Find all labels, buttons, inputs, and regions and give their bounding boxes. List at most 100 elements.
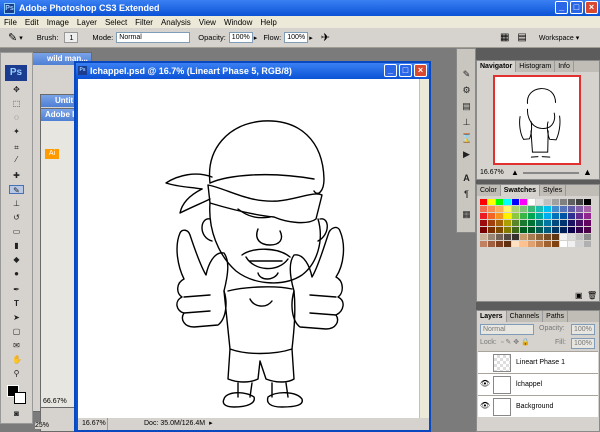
move-tool-icon[interactable]: ✥	[12, 85, 21, 94]
swatch-cell[interactable]	[504, 213, 511, 219]
brush-size-picker[interactable]: 1	[64, 32, 79, 43]
swatch-cell[interactable]	[496, 199, 503, 205]
lasso-tool-icon[interactable]: ◌	[12, 113, 21, 122]
swatch-cell[interactable]	[544, 206, 551, 212]
swatch-cell[interactable]	[576, 213, 583, 219]
swatch-cell[interactable]	[560, 213, 567, 219]
swatch-cell[interactable]	[552, 220, 559, 226]
menu-edit[interactable]: Edit	[25, 18, 39, 27]
menu-select[interactable]: Select	[105, 18, 127, 27]
swatch-cell[interactable]	[536, 234, 543, 240]
swatch-cell[interactable]	[584, 199, 591, 205]
tab-paths[interactable]: Paths	[543, 311, 569, 322]
eyedropper-tool-icon[interactable]: ⁄	[12, 155, 21, 164]
maximize-button[interactable]: □	[570, 1, 583, 14]
swatch-cell[interactable]	[520, 241, 527, 247]
flow-field[interactable]: 100%	[284, 32, 309, 43]
swatch-cell[interactable]	[496, 213, 503, 219]
swatch-cell[interactable]	[576, 241, 583, 247]
history-brush-tool-icon[interactable]: ↺	[12, 213, 21, 222]
crop-tool-icon[interactable]: ⌗	[12, 143, 21, 152]
swatch-cell[interactable]	[504, 234, 511, 240]
swatch-cell[interactable]	[528, 234, 535, 240]
type-tool-icon[interactable]: T	[12, 299, 21, 308]
swatch-cell[interactable]	[520, 206, 527, 212]
marquee-tool-icon[interactable]: ⬚	[12, 99, 21, 108]
swatch-cell[interactable]	[496, 206, 503, 212]
swatch-cell[interactable]	[536, 199, 543, 205]
swatch-cell[interactable]	[488, 206, 495, 212]
document-maximize-button[interactable]: □	[399, 64, 412, 77]
layers-fill-field[interactable]: 100%	[571, 338, 595, 349]
navigator-zoom-slider[interactable]	[523, 172, 579, 174]
swatch-cell[interactable]	[584, 227, 591, 233]
document-window[interactable]: Ps lchappel.psd @ 16.7% (Lineart Phase 5…	[74, 61, 431, 432]
swatch-cell[interactable]	[480, 206, 487, 212]
swatch-cell[interactable]	[496, 220, 503, 226]
swatch-cell[interactable]	[536, 206, 543, 212]
status-menu-icon[interactable]: ▸	[209, 418, 213, 430]
swatch-cell[interactable]	[504, 241, 511, 247]
tab-color[interactable]: Color	[477, 185, 501, 196]
swatch-cell[interactable]	[488, 241, 495, 247]
swatch-cell[interactable]	[560, 199, 567, 205]
swatch-cell[interactable]	[528, 241, 535, 247]
quick-mask-icon[interactable]: ◙	[12, 409, 21, 418]
clone-stamp-tool-icon[interactable]: ⊥	[12, 199, 21, 208]
swatch-cell[interactable]	[512, 213, 519, 219]
brushes-panel-icon[interactable]: ✎	[461, 69, 472, 80]
swatch-cell[interactable]	[584, 220, 591, 226]
swatch-cell[interactable]	[552, 227, 559, 233]
swatch-cell[interactable]	[536, 227, 543, 233]
menu-image[interactable]: Image	[47, 18, 69, 27]
swatch-cell[interactable]	[496, 227, 503, 233]
layer-row-lchappel[interactable]: 👁 lchappel	[478, 373, 598, 395]
swatch-cell[interactable]	[560, 227, 567, 233]
tab-histogram[interactable]: Histogram	[516, 61, 556, 72]
swatch-cell[interactable]	[544, 241, 551, 247]
swatch-cell[interactable]	[520, 220, 527, 226]
swatch-cell[interactable]	[488, 227, 495, 233]
dodge-tool-icon[interactable]: ●	[12, 269, 21, 278]
swatch-cell[interactable]	[584, 241, 591, 247]
layer-comps-panel-icon[interactable]: ▤	[461, 101, 472, 112]
blend-mode-select[interactable]: Normal	[480, 324, 534, 335]
swatch-cell[interactable]	[512, 241, 519, 247]
document-size-info[interactable]: Doc: 35.0M/126.4M	[144, 418, 205, 430]
brush-tool-active-icon[interactable]: ✎	[9, 185, 24, 195]
swatch-cell[interactable]	[480, 234, 487, 240]
opacity-dropdown-icon[interactable]: ▸	[254, 34, 258, 42]
brushes-palette-icon[interactable]: ▦	[500, 32, 509, 43]
swatch-cell[interactable]	[520, 234, 527, 240]
document-vertical-scrollbar[interactable]	[419, 79, 429, 418]
layer-row-lineart-phase-1[interactable]: Lineart Phase 1	[478, 351, 598, 373]
swatch-cell[interactable]	[512, 220, 519, 226]
swatch-cell[interactable]	[576, 234, 583, 240]
document-minimize-button[interactable]: _	[384, 64, 397, 77]
menu-analysis[interactable]: Analysis	[161, 18, 191, 27]
close-button[interactable]: ×	[585, 1, 598, 14]
delete-swatch-icon[interactable]: 🗑	[587, 291, 597, 300]
swatch-cell[interactable]	[584, 206, 591, 212]
menu-help[interactable]: Help	[260, 18, 276, 27]
tab-layers[interactable]: Layers	[477, 311, 507, 322]
swatch-cell[interactable]	[528, 206, 535, 212]
swatch-cell[interactable]	[536, 220, 543, 226]
swatch-cell[interactable]	[544, 199, 551, 205]
layers-opacity-field[interactable]: 100%	[571, 324, 595, 335]
tab-info[interactable]: Info	[555, 61, 574, 72]
clone-source-panel-icon[interactable]: ⊥	[461, 117, 472, 128]
magic-wand-tool-icon[interactable]: ✦	[12, 127, 21, 136]
navigator-preview[interactable]	[493, 75, 581, 165]
swatch-cell[interactable]	[512, 206, 519, 212]
swatch-cell[interactable]	[568, 199, 575, 205]
swatch-cell[interactable]	[568, 206, 575, 212]
new-swatch-icon[interactable]: ▣	[575, 291, 583, 300]
swatch-cell[interactable]	[496, 241, 503, 247]
swatch-cell[interactable]	[512, 227, 519, 233]
document-canvas[interactable]	[78, 79, 419, 418]
swatch-cell[interactable]	[504, 199, 511, 205]
background-color-swatch[interactable]	[14, 392, 26, 404]
brush-tool-icon[interactable]: ✎	[8, 31, 17, 44]
zoom-tool-icon[interactable]: ⚲	[12, 369, 21, 378]
